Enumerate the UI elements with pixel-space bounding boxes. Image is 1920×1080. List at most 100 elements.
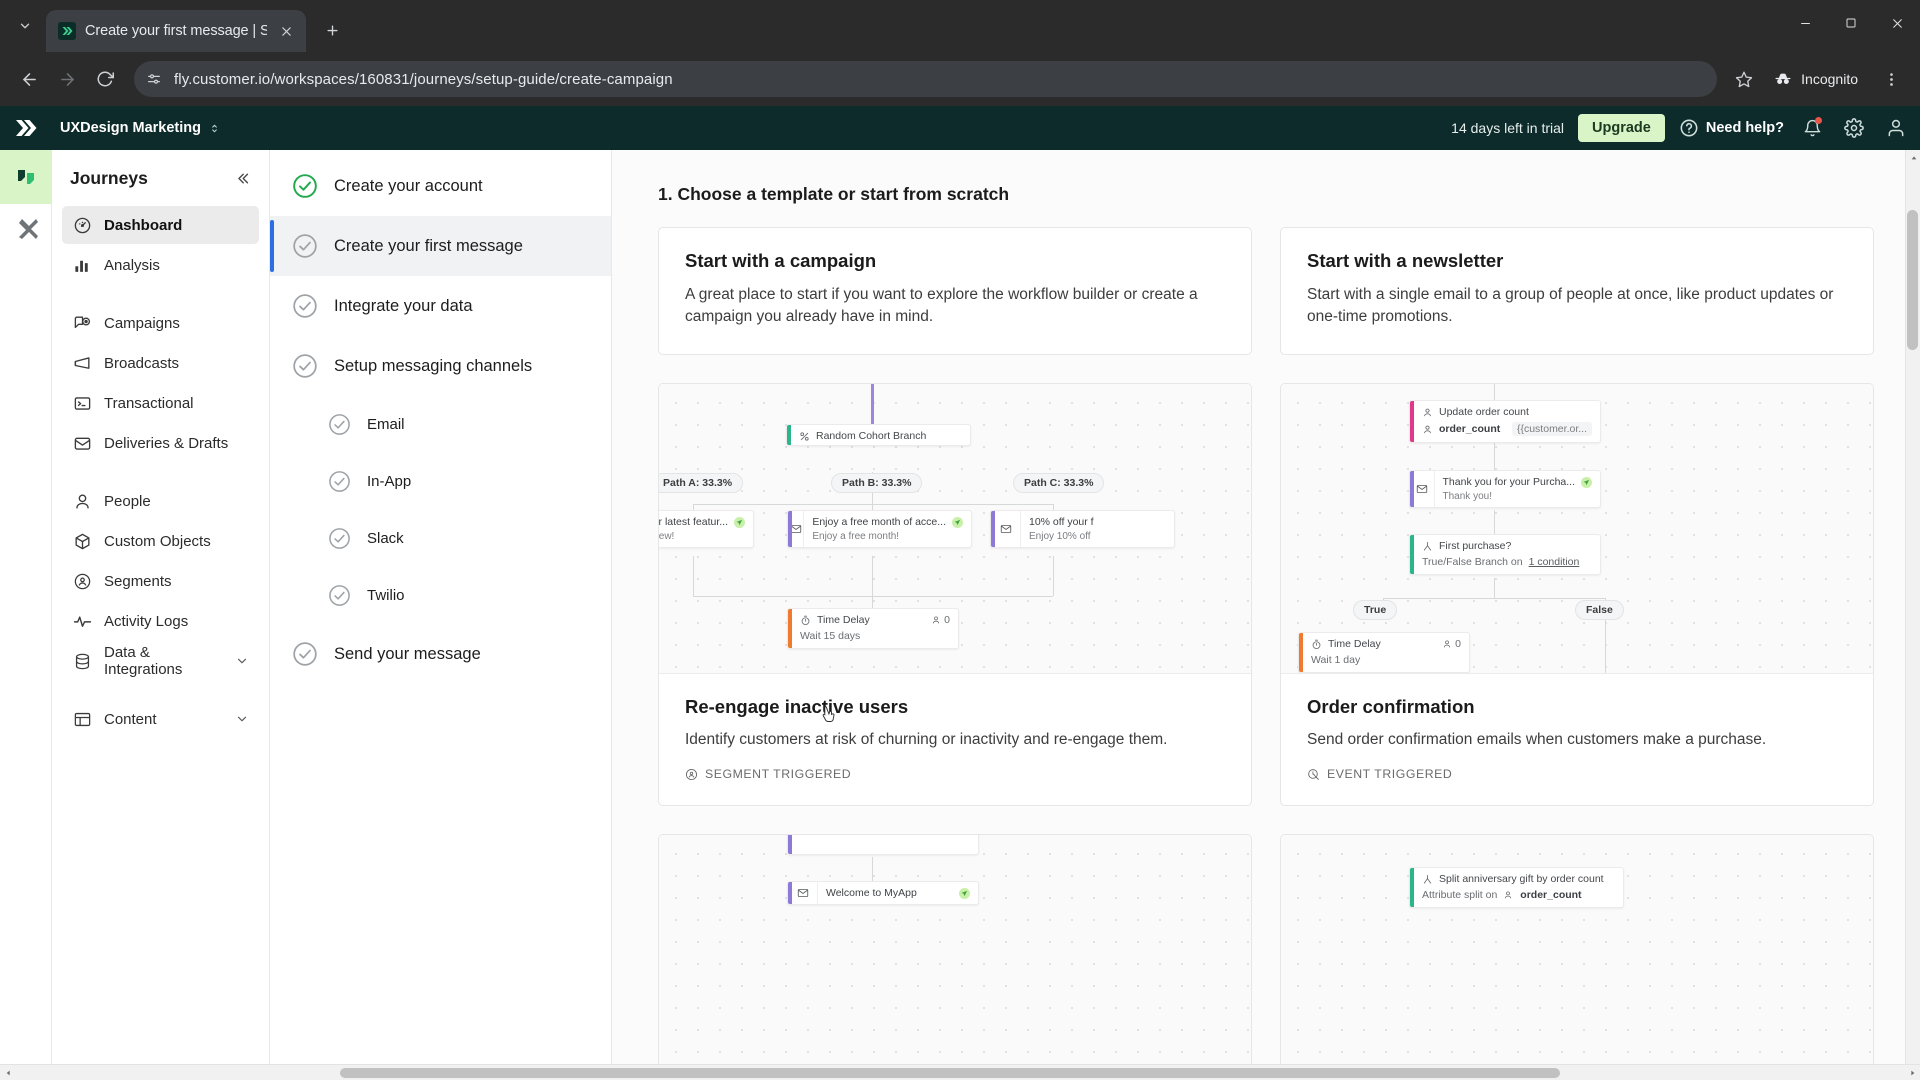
sidebar-item-broadcasts[interactable]: Broadcasts xyxy=(62,344,259,382)
scroll-right-icon[interactable] xyxy=(1905,1065,1920,1080)
sidebar-item-data-integrations[interactable]: Data & Integrations xyxy=(62,642,259,680)
count-value: 0 xyxy=(944,614,950,626)
card-start-with-newsletter[interactable]: Start with a newsletter Start with a sin… xyxy=(1280,227,1874,355)
checklist-item-slack[interactable]: Slack xyxy=(270,510,611,567)
browser-menu-icon[interactable] xyxy=(1874,62,1908,96)
campaign-icon xyxy=(72,313,92,333)
sidebar-item-deliveries-drafts[interactable]: Deliveries & Drafts xyxy=(62,424,259,462)
node-accent xyxy=(1410,868,1414,907)
flow-connector xyxy=(1053,556,1054,596)
node-accent xyxy=(991,511,995,547)
checklist-item-create-account[interactable]: Create your account xyxy=(270,156,611,216)
node-accent xyxy=(788,511,792,547)
incognito-indicator[interactable]: Incognito xyxy=(1765,62,1870,96)
customerio-logo-icon[interactable] xyxy=(0,106,52,150)
window-close-icon[interactable] xyxy=(1874,0,1920,46)
new-tab-button[interactable] xyxy=(316,14,348,46)
node-value-row: True/False Branch on 1 condition xyxy=(1410,555,1600,574)
condition-link[interactable]: 1 condition xyxy=(1529,556,1580,568)
checklist-item-twilio[interactable]: Twilio xyxy=(270,567,611,624)
card-start-with-campaign[interactable]: Start with a campaign A great place to s… xyxy=(658,227,1252,355)
sidebar-item-transactional[interactable]: Transactional xyxy=(62,384,259,422)
template-card-welcome[interactable]: Welcome to MyApp xyxy=(658,834,1252,1080)
address-bar[interactable]: fly.customer.io/workspaces/160831/journe… xyxy=(134,61,1718,97)
node-people-count: 0 xyxy=(1442,638,1461,650)
close-icon[interactable] xyxy=(276,21,296,41)
bookmark-star-icon[interactable] xyxy=(1727,62,1761,96)
checklist-item-setup-messaging-channels[interactable]: Setup messaging channels xyxy=(270,336,611,396)
checklist-item-email[interactable]: Email xyxy=(270,396,611,453)
bar-chart-icon xyxy=(72,255,92,275)
page-title: 1. Choose a template or start from scrat… xyxy=(658,184,1010,204)
sidebar-divider xyxy=(62,682,259,700)
collapse-sidebar-icon[interactable] xyxy=(234,170,251,187)
workspace-selector[interactable]: UXDesign Marketing xyxy=(52,113,228,143)
app-body: Journeys Dashboard Analysis Campaigns Br… xyxy=(0,150,1920,1080)
starter-cards: Start with a campaign A great place to s… xyxy=(658,227,1874,355)
back-icon[interactable] xyxy=(12,62,46,96)
node-label: Split anniversary gift by order count xyxy=(1439,873,1604,885)
checklist-item-in-app[interactable]: In-App xyxy=(270,453,611,510)
scroll-left-icon[interactable] xyxy=(0,1065,15,1080)
checklist-item-send-your-message[interactable]: Send your message xyxy=(270,624,611,684)
cube-icon xyxy=(72,531,92,551)
site-settings-icon[interactable] xyxy=(146,71,162,87)
journeys-icon xyxy=(17,170,34,184)
incognito-icon xyxy=(1775,73,1791,84)
browser-tab-title: Create your first message | Setu xyxy=(85,23,267,39)
flow-pill-path-c: Path C: 33.3% xyxy=(1013,473,1105,493)
event-icon xyxy=(1307,768,1320,781)
checklist-label: Twilio xyxy=(367,587,405,604)
template-card-re-engage-inactive-users[interactable]: Random Cohort Branch Path A: 33.3% Path … xyxy=(658,383,1252,806)
node-email-preview: at's new! xyxy=(659,531,675,542)
reload-icon[interactable] xyxy=(88,62,122,96)
user-account-icon[interactable] xyxy=(1882,114,1910,142)
node-email-preview: Thank you! xyxy=(1442,491,1492,502)
sidebar-item-analysis[interactable]: Analysis xyxy=(62,246,259,284)
chevron-down-icon[interactable] xyxy=(235,712,249,726)
forward-icon[interactable] xyxy=(50,62,84,96)
flow-connector xyxy=(1494,578,1495,598)
checklist-label: Slack xyxy=(367,530,404,547)
sidebar-item-campaigns[interactable]: Campaigns xyxy=(62,304,259,342)
sidebar-header: Journeys xyxy=(62,150,259,206)
scroll-thumb[interactable] xyxy=(340,1068,1560,1078)
notifications-bell-icon[interactable] xyxy=(1798,114,1826,142)
tab-search-icon[interactable] xyxy=(8,9,42,43)
checklist-item-integrate-your-data[interactable]: Integrate your data xyxy=(270,276,611,336)
condition-text: True/False Branch on xyxy=(1422,556,1523,568)
maximize-icon[interactable] xyxy=(1828,0,1874,46)
sidebar-item-segments[interactable]: Segments xyxy=(62,562,259,600)
rail-item-data[interactable] xyxy=(0,204,52,258)
sidebar-item-activity-logs[interactable]: Activity Logs xyxy=(62,602,259,640)
main-vertical-scrollbar[interactable] xyxy=(1905,150,1920,1080)
settings-gear-icon[interactable] xyxy=(1840,114,1868,142)
flow-pill-true: True xyxy=(1353,600,1398,620)
template-card-order-confirmation[interactable]: Update order count order_count {{custome… xyxy=(1280,383,1874,806)
minimize-icon[interactable] xyxy=(1782,0,1828,46)
sidebar-item-content[interactable]: Content xyxy=(62,700,259,738)
database-icon xyxy=(72,651,92,671)
need-help-button[interactable]: Need help? xyxy=(1679,118,1784,138)
chevron-down-icon[interactable] xyxy=(235,654,249,668)
template-card-anniversary[interactable]: Split anniversary gift by order count At… xyxy=(1280,834,1874,1080)
browser-toolbar: fly.customer.io/workspaces/160831/journe… xyxy=(0,52,1920,106)
scroll-thumb[interactable] xyxy=(1907,210,1918,350)
node-value-row: Wait 15 days xyxy=(800,630,861,642)
template-title: Order confirmation xyxy=(1307,696,1475,717)
node-email-subject: 10% off your f xyxy=(1029,516,1094,528)
rail-item-journeys[interactable] xyxy=(0,150,52,204)
node-email-preview: Enjoy a free month! xyxy=(812,531,900,542)
flow-node-thank-you-email: Thank you for your Purcha... Thank you! xyxy=(1409,470,1601,508)
scroll-up-icon[interactable] xyxy=(1906,150,1920,166)
checklist-item-create-first-message[interactable]: Create your first message xyxy=(270,216,611,276)
sidebar-item-dashboard[interactable]: Dashboard xyxy=(62,206,259,244)
browser-tab[interactable]: Create your first message | Setu xyxy=(46,10,306,52)
node-attribute-value: {{customer.or... xyxy=(1511,422,1592,436)
flow-connector xyxy=(1383,598,1605,599)
upgrade-button[interactable]: Upgrade xyxy=(1578,114,1665,142)
sidebar-item-people[interactable]: People xyxy=(62,482,259,520)
horizontal-scrollbar[interactable] xyxy=(0,1064,1920,1080)
inbox-icon xyxy=(72,433,92,453)
sidebar-item-custom-objects[interactable]: Custom Objects xyxy=(62,522,259,560)
